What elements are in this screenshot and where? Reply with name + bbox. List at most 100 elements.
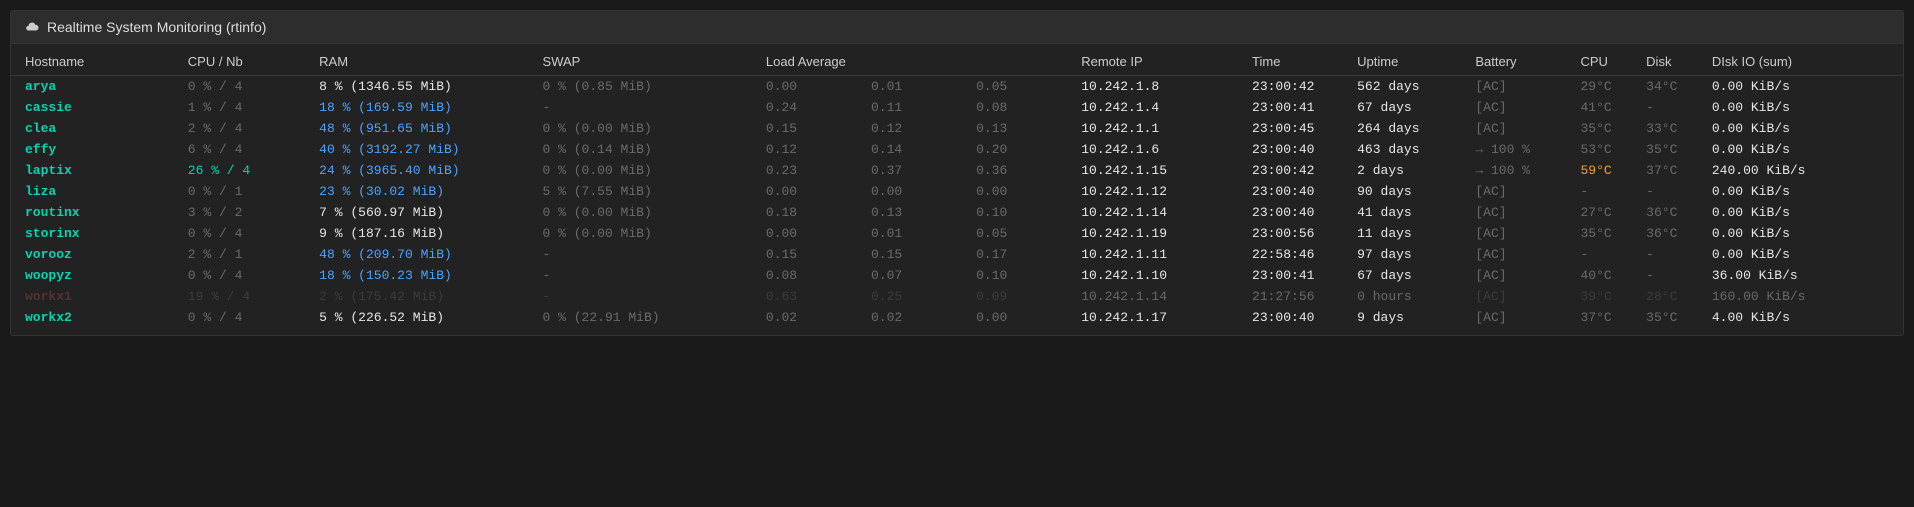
col-hostname[interactable]: Hostname (11, 44, 182, 76)
col-ip[interactable]: Remote IP (1075, 44, 1246, 76)
cell-uptime: 67 days (1351, 97, 1469, 118)
cell-cpu-temp: - (1574, 244, 1640, 265)
cell-load1: 0.00 (760, 76, 865, 98)
cell-load2: 0.02 (865, 307, 970, 335)
cell-battery: [AC] (1469, 181, 1574, 202)
cell-load2: 0.00 (865, 181, 970, 202)
cell-ram: 7 % (560.97 MiB) (313, 202, 536, 223)
cell-cpu: 26 % / 4 (182, 160, 313, 181)
cell-cpu-temp: 37°C (1574, 307, 1640, 335)
cell-hostname: arya (11, 76, 182, 98)
cell-cpu: 0 % / 4 (182, 307, 313, 335)
cell-cpu: 3 % / 2 (182, 202, 313, 223)
cell-cpu-temp: 41°C (1574, 97, 1640, 118)
cell-ram: 48 % (951.65 MiB) (313, 118, 536, 139)
cell-swap: 0 % (0.00 MiB) (537, 160, 760, 181)
cell-uptime: 562 days (1351, 76, 1469, 98)
cell-disk-temp: 36°C (1640, 223, 1706, 244)
cell-cpu-temp: 29°C (1574, 76, 1640, 98)
cell-cpu-temp: 40°C (1574, 265, 1640, 286)
table-row[interactable]: workx20 % / 45 % (226.52 MiB)0 % (22.91 … (11, 307, 1903, 335)
table-row[interactable]: woopyz0 % / 418 % (150.23 MiB)-0.080.070… (11, 265, 1903, 286)
cell-ip: 10.242.1.10 (1075, 265, 1246, 286)
cell-ram: 2 % (175.42 MiB) (313, 286, 536, 307)
cell-ip: 10.242.1.12 (1075, 181, 1246, 202)
cell-cpu: 2 % / 1 (182, 244, 313, 265)
col-diskio[interactable]: DIsk IO (sum) (1706, 44, 1903, 76)
cell-ip: 10.242.1.4 (1075, 97, 1246, 118)
cell-swap: 0 % (0.14 MiB) (537, 139, 760, 160)
table-row[interactable]: liza0 % / 123 % (30.02 MiB)5 % (7.55 MiB… (11, 181, 1903, 202)
cell-uptime: 67 days (1351, 265, 1469, 286)
col-battery[interactable]: Battery (1469, 44, 1574, 76)
cell-load1: 0.02 (760, 307, 865, 335)
cell-time: 23:00:40 (1246, 139, 1351, 160)
cell-ram: 18 % (169.59 MiB) (313, 97, 536, 118)
table-row[interactable]: effy6 % / 440 % (3192.27 MiB)0 % (0.14 M… (11, 139, 1903, 160)
cell-diskio: 0.00 KiB/s (1706, 202, 1903, 223)
table-row[interactable]: vorooz2 % / 148 % (209.70 MiB)-0.150.150… (11, 244, 1903, 265)
cell-diskio: 0.00 KiB/s (1706, 223, 1903, 244)
cell-battery: [AC] (1469, 202, 1574, 223)
cell-hostname: workx2 (11, 307, 182, 335)
cell-time: 23:00:56 (1246, 223, 1351, 244)
cell-load1: 0.63 (760, 286, 865, 307)
panel-header: Realtime System Monitoring (rtinfo) (11, 11, 1903, 44)
cell-time: 23:00:45 (1246, 118, 1351, 139)
cell-cpu-temp: 53°C (1574, 139, 1640, 160)
table-row[interactable]: storinx0 % / 49 % (187.16 MiB)0 % (0.00 … (11, 223, 1903, 244)
cell-cpu: 6 % / 4 (182, 139, 313, 160)
col-swap[interactable]: SWAP (537, 44, 760, 76)
cell-load3: 0.09 (970, 286, 1075, 307)
cell-diskio: 0.00 KiB/s (1706, 181, 1903, 202)
cell-cpu-temp: 39°C (1574, 286, 1640, 307)
cell-cpu: 0 % / 1 (182, 181, 313, 202)
panel-title: Realtime System Monitoring (rtinfo) (47, 19, 266, 35)
cell-ram: 23 % (30.02 MiB) (313, 181, 536, 202)
cell-ip: 10.242.1.14 (1075, 202, 1246, 223)
table-row[interactable]: laptix26 % / 424 % (3965.40 MiB)0 % (0.0… (11, 160, 1903, 181)
cell-uptime: 90 days (1351, 181, 1469, 202)
cell-load2: 0.01 (865, 223, 970, 244)
cell-diskio: 0.00 KiB/s (1706, 139, 1903, 160)
cell-time: 23:00:42 (1246, 76, 1351, 98)
cell-diskio: 0.00 KiB/s (1706, 97, 1903, 118)
cell-battery: → 100 % (1469, 139, 1574, 160)
cell-time: 23:00:41 (1246, 265, 1351, 286)
cell-load2: 0.25 (865, 286, 970, 307)
cell-load3: 0.00 (970, 307, 1075, 335)
cell-load2: 0.11 (865, 97, 970, 118)
col-cpu[interactable]: CPU / Nb (182, 44, 313, 76)
cell-hostname: effy (11, 139, 182, 160)
col-load[interactable]: Load Average (760, 44, 1075, 76)
cell-load3: 0.20 (970, 139, 1075, 160)
cell-ram: 9 % (187.16 MiB) (313, 223, 536, 244)
cell-battery: [AC] (1469, 97, 1574, 118)
table-row[interactable]: arya0 % / 48 % (1346.55 MiB)0 % (0.85 Mi… (11, 76, 1903, 98)
cell-ram: 48 % (209.70 MiB) (313, 244, 536, 265)
cell-load3: 0.17 (970, 244, 1075, 265)
cell-ip: 10.242.1.15 (1075, 160, 1246, 181)
hosts-table: Hostname CPU / Nb RAM SWAP Load Average … (11, 44, 1903, 335)
col-cpu-temp[interactable]: CPU (1574, 44, 1640, 76)
cell-swap: - (537, 244, 760, 265)
table-row[interactable]: workx119 % / 42 % (175.42 MiB)-0.630.250… (11, 286, 1903, 307)
cell-load3: 0.08 (970, 97, 1075, 118)
cell-uptime: 0 hours (1351, 286, 1469, 307)
table-row[interactable]: routinx3 % / 27 % (560.97 MiB)0 % (0.00 … (11, 202, 1903, 223)
cell-cpu-temp: - (1574, 181, 1640, 202)
cell-time: 23:00:42 (1246, 160, 1351, 181)
table-row[interactable]: clea2 % / 448 % (951.65 MiB)0 % (0.00 Mi… (11, 118, 1903, 139)
table-row[interactable]: cassie1 % / 418 % (169.59 MiB)-0.240.110… (11, 97, 1903, 118)
col-time[interactable]: Time (1246, 44, 1351, 76)
col-uptime[interactable]: Uptime (1351, 44, 1469, 76)
col-ram[interactable]: RAM (313, 44, 536, 76)
cell-load2: 0.13 (865, 202, 970, 223)
col-disk-temp[interactable]: Disk (1640, 44, 1706, 76)
cell-uptime: 463 days (1351, 139, 1469, 160)
cell-ip: 10.242.1.6 (1075, 139, 1246, 160)
cell-cpu: 1 % / 4 (182, 97, 313, 118)
cell-load1: 0.00 (760, 181, 865, 202)
cell-disk-temp: 34°C (1640, 76, 1706, 98)
table-header-row: Hostname CPU / Nb RAM SWAP Load Average … (11, 44, 1903, 76)
